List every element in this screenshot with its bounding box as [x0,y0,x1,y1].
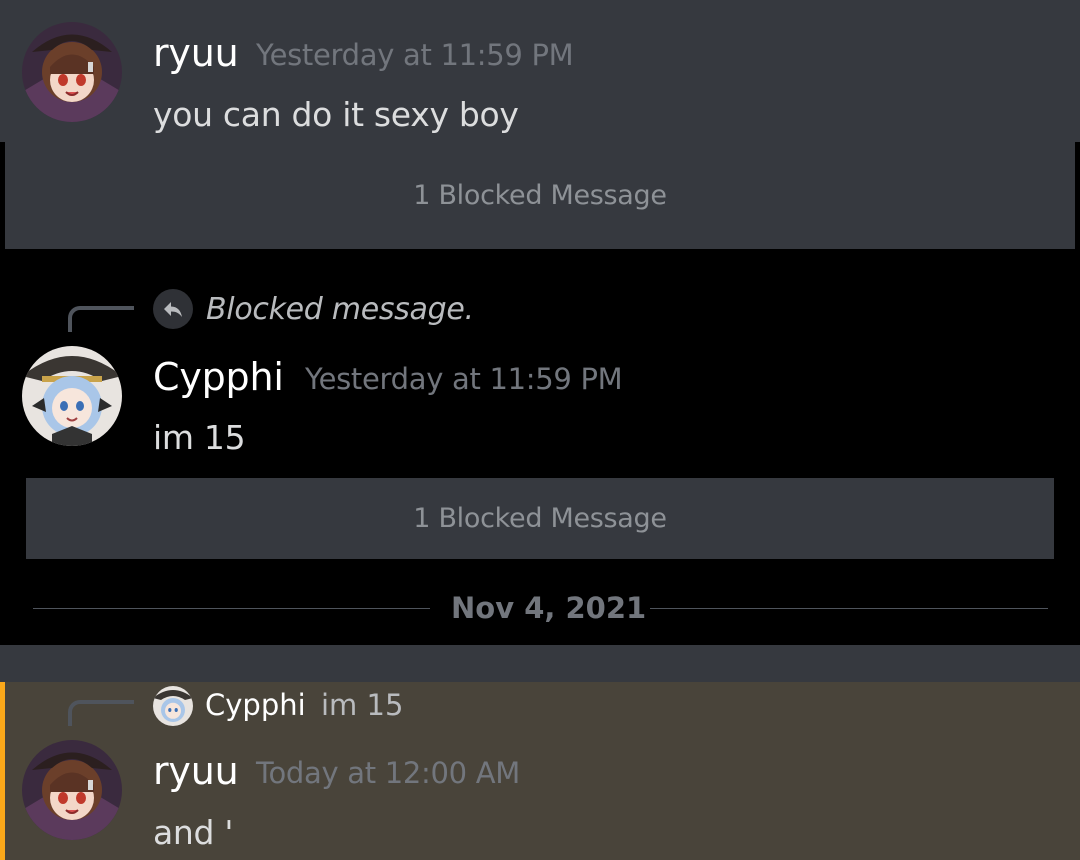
message-text: you can do it sexy boy [153,95,519,134]
message-timestamp: Yesterday at 11:59 PM [305,362,623,396]
message-username[interactable]: Cypphi [153,355,284,399]
reply-preview-text[interactable]: im 15 [321,688,403,722]
date-divider-label: Nov 4, 2021 [451,591,647,625]
reply-avatar[interactable] [153,686,193,726]
divider-line-left [33,608,430,609]
reply-preview-text[interactable]: Blocked message. [206,292,474,327]
red-hair-witch-avatar-icon [22,22,122,122]
message-text: and ' [153,813,234,852]
avatar[interactable] [22,346,122,446]
message-text: im 15 [153,418,246,457]
message-username[interactable]: ryuu [153,749,239,793]
mention-indicator-bar [0,682,5,860]
message-timestamp: Today at 12:00 AM [256,756,520,790]
message-group-background [0,645,1080,682]
message-username[interactable]: ryuu [153,31,239,75]
reply-spine [68,700,134,726]
avatar[interactable] [22,740,122,840]
blue-hair-witch-avatar-icon [153,686,193,726]
red-hair-witch-avatar-icon [22,740,122,840]
reply-arrow-icon [153,289,193,329]
avatar[interactable] [22,22,122,122]
reply-spine [68,306,134,332]
divider-line-right [650,608,1048,609]
blocked-message-banner[interactable]: 1 Blocked Message [26,478,1054,559]
message-timestamp: Yesterday at 11:59 PM [256,38,574,72]
blocked-message-banner[interactable]: 1 Blocked Message [5,142,1075,249]
blocked-message-label: 1 Blocked Message [413,180,667,211]
reply-username[interactable]: Cypphi [205,688,306,722]
blocked-message-label: 1 Blocked Message [413,503,667,534]
blue-hair-witch-avatar-icon [22,346,122,446]
